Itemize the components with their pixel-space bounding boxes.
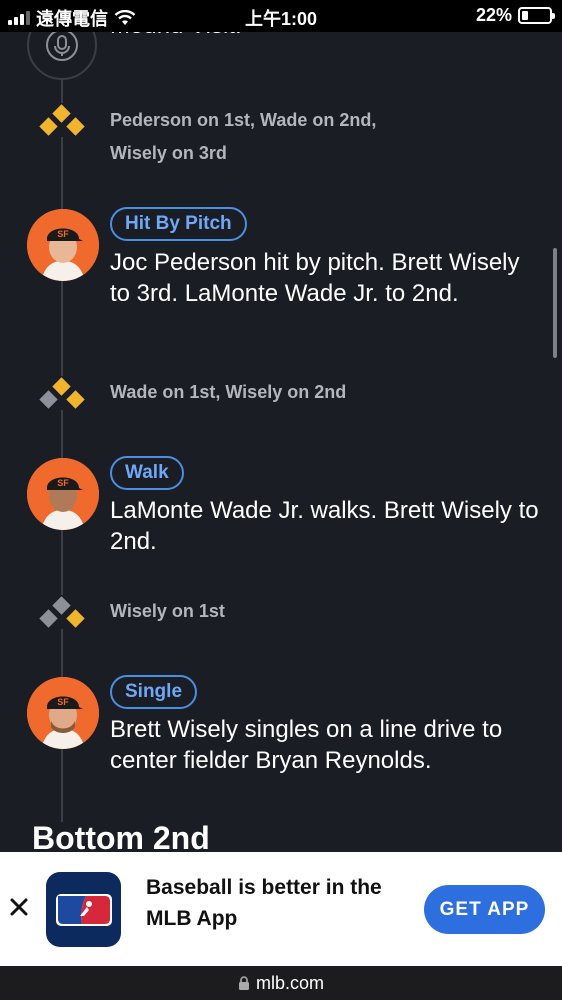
- inning-header: Bottom 2nd: [32, 820, 210, 852]
- close-icon: [10, 898, 28, 916]
- mlb-app-logo: [46, 872, 121, 947]
- close-banner-button[interactable]: [8, 896, 30, 918]
- bases-diamond-svg: [39, 377, 85, 409]
- mlb-logo-icon: [55, 893, 112, 926]
- scrollbar[interactable]: [553, 248, 557, 358]
- runners-on-base: Wisely on 1st: [110, 601, 225, 621]
- svg-text:SF: SF: [57, 478, 69, 488]
- player-avatar: SF: [27, 458, 99, 530]
- battery-percent: 22%: [475, 5, 512, 25]
- play-description: LaMonte Wade Jr. walks. Brett Wisely to …: [110, 497, 539, 555]
- play-type-badge: Hit By Pitch: [110, 207, 247, 241]
- browser-url-bar[interactable]: mlb.com: [0, 966, 562, 1000]
- play-type-badge: Single: [110, 675, 198, 709]
- svg-text:SF: SF: [57, 229, 69, 239]
- play-by-play-timeline[interactable]: Mound Visit. Pederson on 1st, Wade on 2n…: [0, 32, 562, 852]
- bases-diamond-icon: [38, 103, 86, 137]
- battery-icon: [518, 7, 555, 24]
- play-type-badge: Walk: [110, 456, 184, 490]
- player-avatar: SF: [27, 677, 99, 749]
- play-description: Brett Wisely singles on a line drive to …: [110, 716, 503, 774]
- runners-on-base: Wade on 1st, Wisely on 2nd: [110, 382, 347, 402]
- bases-diamond-icon: [38, 595, 86, 629]
- status-bar: 遠傳電信 上午1:00 22%: [0, 0, 562, 32]
- bases-diamond-svg: [39, 596, 85, 628]
- battery-fill: [522, 11, 528, 20]
- app-promo-text: Baseball is better in the MLB App: [146, 876, 382, 930]
- player-avatar: SF: [27, 209, 99, 281]
- app-install-banner: Baseball is better in the MLB App GET AP…: [0, 852, 562, 966]
- lock-icon: [238, 975, 249, 990]
- bases-diamond-svg: [39, 104, 85, 136]
- svg-text:SF: SF: [57, 697, 69, 707]
- mound-visit-text: Mound Visit.: [110, 32, 242, 40]
- bases-diamond-icon: [38, 376, 86, 410]
- play-description: Joc Pederson hit by pitch. Brett Wisely …: [110, 249, 520, 307]
- url-domain: mlb.com: [255, 972, 324, 993]
- get-app-button[interactable]: GET APP: [424, 885, 545, 934]
- microphone-icon: [46, 32, 78, 61]
- mound-visit-icon: [27, 32, 97, 80]
- runners-on-base: Pederson on 1st, Wade on 2nd, Wisely on …: [110, 110, 377, 163]
- status-right: 22%: [475, 5, 555, 26]
